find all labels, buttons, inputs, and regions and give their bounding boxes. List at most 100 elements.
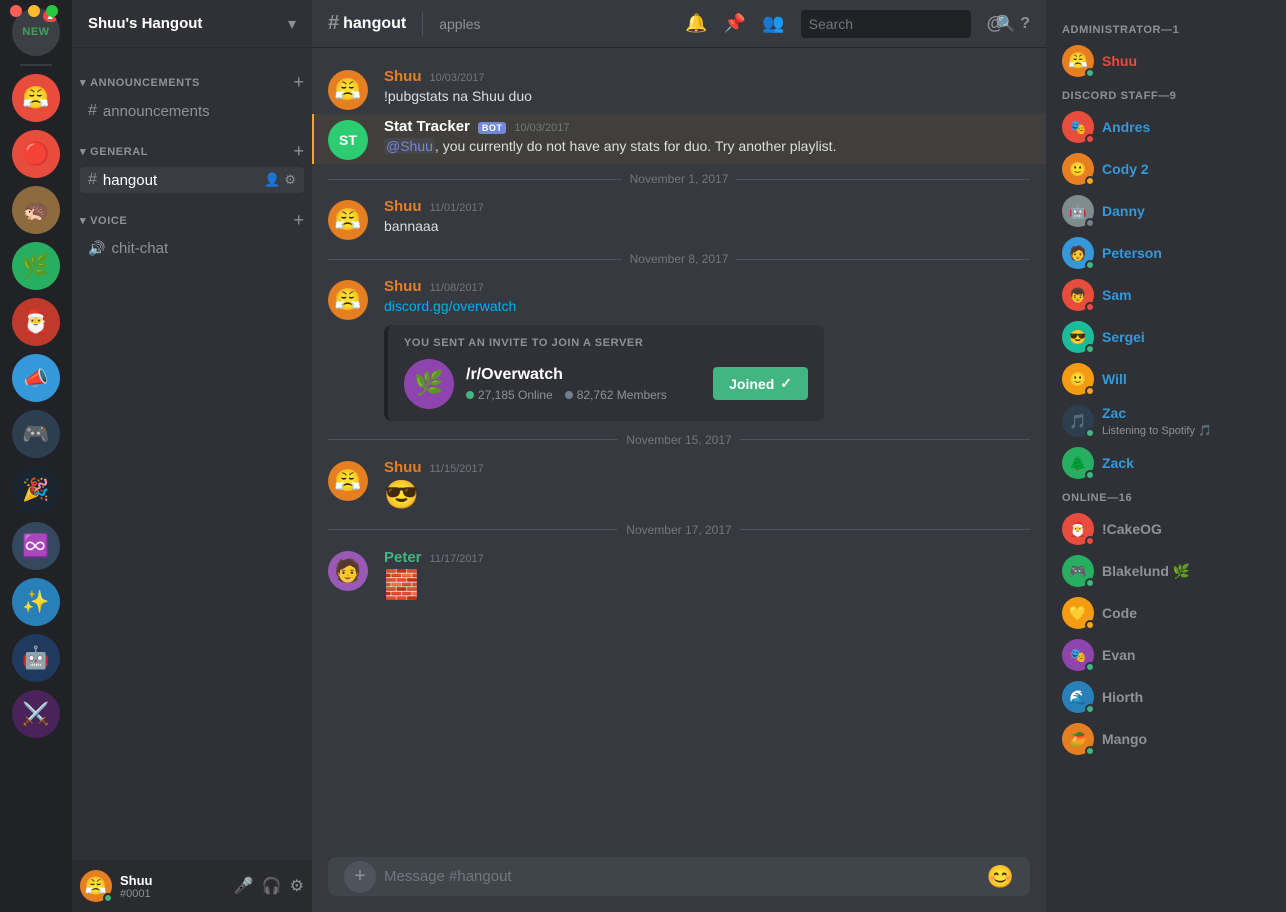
add-voice-channel[interactable]: + — [293, 210, 304, 231]
add-channel-general[interactable]: + — [293, 141, 304, 162]
server-icon-6[interactable]: 📣 — [12, 354, 60, 402]
join-server-button[interactable]: Joined ✓ — [713, 367, 808, 400]
member-item-blakelund[interactable]: 🎮 Blakelund 🌿 — [1054, 551, 1278, 591]
channel-item-hangout[interactable]: # hangout 👤 ⚙ — [80, 167, 304, 193]
channel-item-chit-chat[interactable]: 🔊 chit-chat — [80, 236, 304, 261]
member-item-cakeog[interactable]: 🎅 !CakeOG — [1054, 509, 1278, 549]
search-input[interactable] — [809, 16, 990, 32]
server-icon-7[interactable]: 🎮 — [12, 410, 60, 458]
window-chrome — [0, 0, 72, 22]
member-name-evan: Evan — [1102, 647, 1135, 663]
member-avatar-shuu: 😤 — [1062, 45, 1094, 77]
admin-section-header: ADMINISTRATOR—1 — [1054, 16, 1278, 40]
message-author-5: Shuu — [384, 459, 422, 476]
message-author-2: Stat Tracker — [384, 118, 470, 135]
member-item-zac[interactable]: 🎵 Zac Listening to Spotify 🎵 — [1054, 401, 1278, 441]
current-user-avatar[interactable]: 😤 — [80, 870, 112, 902]
category-general-label[interactable]: ▾ GENERAL — [80, 145, 148, 158]
server-icon-8[interactable]: 🎉 — [12, 466, 60, 514]
hash-icon: # — [88, 102, 97, 120]
online-dot — [466, 391, 474, 399]
message-content-5: Shuu 11/15/2017 😎 — [384, 459, 1030, 511]
members-icon[interactable]: 👥 — [762, 13, 784, 34]
member-item-shuu[interactable]: 😤 Shuu — [1054, 41, 1278, 81]
message-group-5: 😤 Shuu 11/15/2017 😎 — [312, 455, 1046, 515]
server-icon-11[interactable]: 🤖 — [12, 634, 60, 682]
channel-item-announcements[interactable]: # announcements — [80, 98, 304, 124]
member-name-sam: Sam — [1102, 287, 1132, 303]
message-emoji-6: 🧱 — [384, 568, 1030, 601]
member-avatar-will: 🙂 — [1062, 363, 1094, 395]
help-icon[interactable]: ? — [1020, 15, 1030, 33]
member-item-mango[interactable]: 🥭 Mango — [1054, 719, 1278, 759]
member-status-danny — [1085, 218, 1095, 228]
message-timestamp-1: 10/03/2017 — [430, 72, 485, 84]
member-item-cody[interactable]: 🙂 Cody 2 — [1054, 149, 1278, 189]
member-status-blakelund — [1085, 578, 1095, 588]
channel-name-announcements: announcements — [103, 103, 210, 120]
channel-name-hangout: hangout — [103, 172, 157, 189]
chevron-down-icon-2: ▾ — [80, 145, 86, 158]
date-divider-nov1: November 1, 2017 — [312, 164, 1046, 194]
message-header-6: Peter 11/17/2017 — [384, 549, 1030, 566]
member-item-zack[interactable]: 🌲 Zack — [1054, 443, 1278, 483]
channel-actions: 👤 ⚙ — [264, 172, 296, 188]
server-icon-1[interactable]: 😤 — [12, 74, 60, 122]
message-input-area: + 😊 — [312, 857, 1046, 912]
user-settings-icon[interactable]: ⚙ — [290, 876, 304, 896]
category-voice-label[interactable]: ▾ VOICE — [80, 214, 127, 227]
minimize-button[interactable] — [28, 5, 40, 17]
member-avatar-andres: 🎭 — [1062, 111, 1094, 143]
close-button[interactable] — [10, 5, 22, 17]
emoji-picker-button[interactable]: 😊 — [987, 864, 1014, 890]
server-icon-5[interactable]: 🎅 — [12, 298, 60, 346]
search-bar[interactable]: 🔍 — [801, 10, 971, 38]
member-item-danny[interactable]: 🤖 Danny — [1054, 191, 1278, 231]
headset-icon[interactable]: 🎧 — [262, 876, 282, 896]
add-member-icon[interactable]: 👤 — [264, 172, 280, 188]
user-controls: 🎤 🎧 ⚙ — [234, 876, 304, 896]
category-announcements-label[interactable]: ▾ ANNOUNCEMENTS — [80, 76, 200, 89]
server-icon-4[interactable]: 🌿 — [12, 242, 60, 290]
invite-card: YOU SENT AN INVITE TO JOIN A SERVER 🌿 /r… — [384, 325, 824, 421]
server-icon-12[interactable]: ⚔️ — [12, 690, 60, 738]
avatar-shuu-4: 😤 — [328, 461, 368, 501]
mention-shuu[interactable]: @Shuu — [384, 138, 435, 154]
maximize-button[interactable] — [46, 5, 58, 17]
settings-icon[interactable]: ⚙ — [284, 172, 296, 188]
message-header-5: Shuu 11/15/2017 — [384, 459, 1030, 476]
at-icon[interactable]: @ — [987, 13, 1005, 34]
member-item-peterson[interactable]: 🧑 Peterson — [1054, 233, 1278, 273]
pin-icon[interactable]: 📌 — [724, 13, 746, 34]
notification-bell-icon[interactable]: 🔔 — [685, 13, 707, 34]
mic-icon[interactable]: 🎤 — [234, 876, 254, 896]
user-info: Shuu #0001 — [120, 873, 226, 900]
member-avatar-code: 💛 — [1062, 597, 1094, 629]
attach-file-button[interactable]: + — [344, 861, 376, 893]
member-item-andres[interactable]: 🎭 Andres — [1054, 107, 1278, 147]
member-item-evan[interactable]: 🎭 Evan — [1054, 635, 1278, 675]
server-icon-2[interactable]: 🔴 — [12, 130, 60, 178]
member-status-sam — [1085, 302, 1095, 312]
category-announcements: ▾ ANNOUNCEMENTS + — [72, 56, 312, 97]
message-group-2: ST Stat Tracker BOT 10/03/2017 @Shuu, yo… — [312, 114, 1046, 164]
member-name-blakelund: Blakelund 🌿 — [1102, 563, 1190, 580]
member-item-sam[interactable]: 👦 Sam — [1054, 275, 1278, 315]
avatar-peter: 🧑 — [328, 551, 368, 591]
server-icon-10[interactable]: ✨ — [12, 578, 60, 626]
member-status-evan — [1085, 662, 1095, 672]
member-item-will[interactable]: 🙂 Will — [1054, 359, 1278, 399]
add-channel-announcements[interactable]: + — [293, 72, 304, 93]
chat-header: # hangout apples 🔔 📌 👥 🔍 @ ? — [312, 0, 1046, 48]
server-icon-9[interactable]: ♾️ — [12, 522, 60, 570]
current-user-name: Shuu — [120, 873, 226, 888]
server-icon-3[interactable]: 🦔 — [12, 186, 60, 234]
speaker-icon: 🔊 — [88, 240, 105, 257]
message-content-1: Shuu 10/03/2017 !pubgstats na Shuu duo — [384, 68, 1030, 110]
members-sidebar: ADMINISTRATOR—1 😤 Shuu DISCORD STAFF—9 🎭… — [1046, 0, 1286, 912]
server-header[interactable]: Shuu's Hangout ▾ — [72, 0, 312, 48]
member-item-sergei[interactable]: 😎 Sergei — [1054, 317, 1278, 357]
member-item-code[interactable]: 💛 Code — [1054, 593, 1278, 633]
message-input[interactable] — [384, 857, 979, 896]
member-item-hiorth[interactable]: 🌊 Hiorth — [1054, 677, 1278, 717]
